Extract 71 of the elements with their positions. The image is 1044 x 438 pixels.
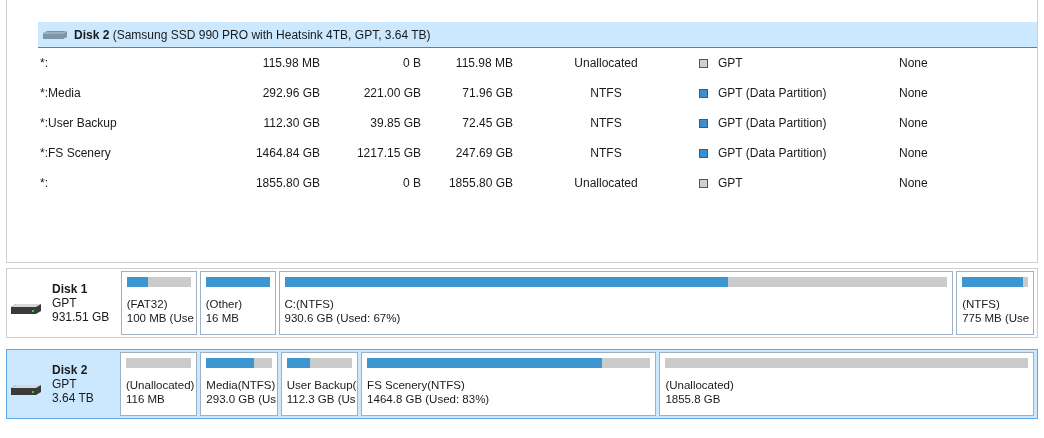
table-cell-text: GPT (Data Partition): [718, 146, 828, 160]
disk-name: Disk 1: [52, 282, 89, 296]
hard-drive-icon: [10, 303, 42, 315]
partition-size: 1855.8 GB: [665, 392, 722, 406]
partition-block[interactable]: FS Scenery(NTFS) 1464.8 GB (Used: 83%): [361, 352, 657, 416]
table-cell-text: None: [899, 56, 929, 70]
partition-size: 16 MB: [205, 311, 240, 325]
disk-style: GPT: [52, 296, 78, 310]
partition-label: (FAT32): [126, 297, 169, 311]
table-cell-text: *:Media: [39, 86, 82, 100]
table-cell-text: *:: [39, 176, 49, 190]
partition-block[interactable]: User Backup( 112.3 GB (Us: [280, 352, 359, 416]
partition-size: 112.3 GB (Us: [286, 392, 353, 406]
table-cell-text: 1217.15 GB: [355, 146, 421, 160]
table-cell-text: 1855.80 GB: [447, 176, 513, 190]
disk-size: 931.51 GB: [52, 310, 110, 324]
table-cell-text: 1464.84 GB: [254, 146, 320, 160]
table-cell-text: 0 B: [402, 56, 421, 70]
partition-block[interactable]: (Unallocated) 1855.8 GB: [659, 352, 1034, 416]
partition-size: 116 MB: [126, 392, 166, 406]
partition-block[interactable]: (Unallocated) 116 MB: [120, 352, 198, 416]
partition-block[interactable]: (FAT32) 100 MB (Use: [120, 271, 197, 335]
table-cell-text: 1855.80 GB: [254, 176, 320, 190]
table-cell-text: *:FS Scenery: [39, 146, 112, 160]
table-cell-text: 72.45 GB: [461, 116, 513, 130]
table-cell-text: None: [899, 86, 929, 100]
partition-size: 930.6 GB (Used: 67%): [284, 311, 402, 325]
disk-card[interactable]: Disk 2 GPT 3.64 TB (Unallocated) 116 MB Media(NTFS) 293.0 GB (Us User Backup( 112.3 GB (Us FS Scenery(NTFS) 1464.8 GB (Used: 83%) (Unallocated) 1855.8 GB: [6, 349, 1038, 419]
table-cell-text: *:User Backup: [39, 116, 118, 130]
disk-title: Disk 2 (Samsung SSD 990 PRO with Heatsink 4TB, GPT, 3.64 TB): [74, 27, 431, 42]
table-cell-text: GPT (Data Partition): [718, 86, 828, 100]
table-cell-text: None: [899, 176, 929, 190]
table-cell-text: 247.69 GB: [454, 146, 513, 160]
table-cell-text: NTFS: [589, 116, 623, 130]
partition-label: C:(NTFS): [284, 297, 335, 311]
partition-block[interactable]: Media(NTFS) 293.0 GB (Us: [200, 352, 278, 416]
table-cell-text: NTFS: [589, 86, 623, 100]
table-cell-text: GPT: [718, 176, 744, 190]
partition-block[interactable]: (Other) 16 MB: [199, 271, 276, 335]
table-cell-text: None: [899, 146, 929, 160]
disk-card[interactable]: Disk 1 GPT 931.51 GB (FAT32) 100 MB (Use (Other) 16 MB C:(NTFS) 930.6 GB (Used: 67%) (NTFS) 775 MB (Use: [6, 268, 1038, 338]
partition-label: FS Scenery(NTFS): [367, 378, 466, 392]
table-cell-text: 292.96 GB: [261, 86, 320, 100]
disk-name: Disk 2: [52, 363, 89, 377]
table-cell-text: 112.30 GB: [262, 116, 320, 130]
table-cell-text: 115.98 MB: [261, 56, 320, 70]
table-cell-text: GPT (Data Partition): [718, 116, 828, 130]
table-cell-text: 115.98 MB: [454, 56, 513, 70]
partition-label: (NTFS): [962, 297, 1001, 311]
table-cell-text: GPT: [718, 56, 744, 70]
partition-label: (Unallocated): [126, 378, 192, 392]
table-cell-text: 39.85 GB: [369, 116, 421, 130]
table-cell-text: *:: [39, 56, 49, 70]
hard-drive-icon: [10, 384, 42, 396]
table-cell-text: NTFS: [589, 146, 623, 160]
disk-drive-icon: [42, 29, 68, 40]
table-cell-text: Unallocated: [573, 56, 639, 70]
disk-header-row[interactable]: Disk 2 (Samsung SSD 990 PRO with Heatsink 4TB, GPT, 3.64 TB): [38, 22, 1037, 48]
disk-style: GPT: [52, 377, 78, 391]
table-cell-text: 221.00 GB: [362, 86, 421, 100]
table-cell-text: 71.96 GB: [461, 86, 513, 100]
partition-label: (Other): [205, 297, 244, 311]
partition-label: (Unallocated): [665, 378, 735, 392]
table-cell-text: Unallocated: [573, 176, 639, 190]
partition-block[interactable]: (NTFS) 775 MB (Use: [956, 271, 1034, 335]
table-cell-text: None: [899, 116, 929, 130]
partition-size: 1464.8 GB (Used: 83%): [367, 392, 491, 406]
disk-size: 3.64 TB: [52, 391, 94, 405]
partition-block[interactable]: C:(NTFS) 930.6 GB (Used: 67%): [278, 271, 954, 335]
table-cell-text: 0 B: [402, 176, 421, 190]
partition-size: 775 MB (Use: [962, 311, 1028, 325]
